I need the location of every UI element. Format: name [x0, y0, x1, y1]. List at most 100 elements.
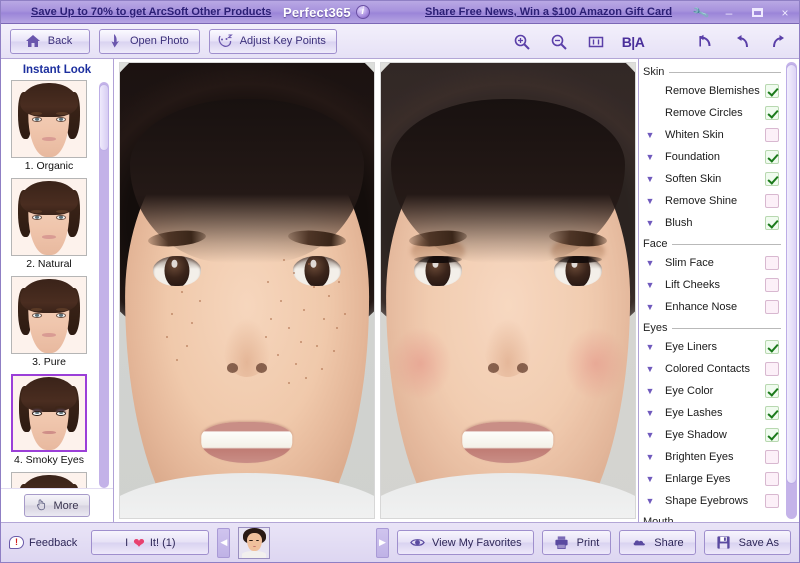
option-row[interactable]: ▼ Eye Color: [639, 380, 785, 402]
maximize-button[interactable]: [749, 8, 765, 17]
option-checkbox[interactable]: [765, 406, 779, 420]
expand-triangle-icon[interactable]: ▼: [643, 386, 657, 396]
look-thumbnail-1[interactable]: 1. Organic: [11, 80, 87, 173]
option-row[interactable]: ▼ Eye Lashes: [639, 402, 785, 424]
minimize-button[interactable]: –: [721, 7, 737, 19]
option-row[interactable]: ▼ Blush: [639, 212, 785, 234]
expand-triangle-icon[interactable]: ▼: [643, 408, 657, 418]
sidebar-scrollbar-track[interactable]: [99, 82, 109, 488]
share-button[interactable]: Share: [619, 530, 696, 555]
panel-scrollbar-track[interactable]: [786, 62, 797, 519]
option-row[interactable]: ▼Remove Circles: [639, 102, 785, 124]
option-checkbox[interactable]: [765, 450, 779, 464]
look-thumbnail-image[interactable]: [11, 276, 87, 354]
undo-icon[interactable]: [732, 32, 752, 52]
promo-link-left[interactable]: Save Up to 70% to get ArcSoft Other Prod…: [31, 6, 271, 18]
panel-scrollbar-thumb[interactable]: [786, 64, 797, 484]
option-checkbox[interactable]: [765, 256, 779, 270]
open-photo-button[interactable]: Open Photo: [99, 28, 200, 54]
view-favorites-button[interactable]: View My Favorites: [397, 530, 534, 555]
close-button[interactable]: ×: [777, 7, 793, 19]
expand-triangle-icon[interactable]: ▼: [643, 364, 657, 374]
option-checkbox[interactable]: [765, 472, 779, 486]
expand-triangle-icon[interactable]: ▼: [643, 474, 657, 484]
group-header-face: Face: [639, 236, 785, 252]
option-row[interactable]: ▼ Whiten Skin: [639, 124, 785, 146]
back-button[interactable]: Back: [10, 28, 90, 54]
filmstrip-prev-button[interactable]: ◀: [217, 527, 231, 558]
look-thumbnail-5[interactable]: [11, 472, 87, 488]
option-checkbox[interactable]: [765, 150, 779, 164]
option-row[interactable]: ▼ Enhance Nose: [639, 296, 785, 318]
option-checkbox[interactable]: [765, 494, 779, 508]
option-row[interactable]: ▼ Lift Cheeks: [639, 274, 785, 296]
zoom-out-icon[interactable]: [549, 32, 569, 52]
before-after-toggle[interactable]: B|A: [622, 32, 645, 52]
look-thumbnail-4[interactable]: 4. Smoky Eyes: [11, 374, 87, 467]
expand-triangle-icon[interactable]: ▼: [643, 430, 657, 440]
expand-triangle-icon[interactable]: ▼: [643, 452, 657, 462]
info-icon[interactable]: i: [355, 5, 370, 19]
before-photo[interactable]: [119, 62, 375, 519]
filmstrip-thumbnail[interactable]: [238, 526, 271, 559]
option-row[interactable]: ▼Remove Blemishes: [639, 80, 785, 102]
feedback-button[interactable]: ! Feedback: [9, 536, 77, 549]
expand-triangle-icon[interactable]: ▼: [643, 342, 657, 352]
option-checkbox[interactable]: [765, 300, 779, 314]
option-checkbox[interactable]: [765, 384, 779, 398]
option-checkbox[interactable]: [765, 84, 779, 98]
adjust-key-points-button[interactable]: Adjust Key Points: [208, 28, 337, 54]
zoom-in-icon[interactable]: [512, 32, 532, 52]
look-thumbnail-3[interactable]: 3. Pure: [11, 276, 87, 369]
expand-triangle-icon[interactable]: ▼: [643, 196, 657, 206]
option-row[interactable]: ▼ Foundation: [639, 146, 785, 168]
sidebar-footer: More: [1, 488, 113, 522]
option-checkbox[interactable]: [765, 362, 779, 376]
expand-triangle-icon[interactable]: ▼: [643, 218, 657, 228]
option-row[interactable]: ▼ Slim Face: [639, 252, 785, 274]
option-checkbox[interactable]: [765, 194, 779, 208]
option-checkbox[interactable]: [765, 340, 779, 354]
after-photo[interactable]: [380, 62, 636, 519]
look-thumbnail-list: 1. Organic 2. Natural 3. Pure 4. Smoky Eyes: [1, 80, 113, 488]
look-thumbnail-2[interactable]: 2. Natural: [11, 178, 87, 271]
redo-icon[interactable]: [769, 32, 789, 52]
wrench-icon[interactable]: 🔧: [691, 3, 711, 21]
option-checkbox[interactable]: [765, 128, 779, 142]
app-title: Perfect365: [283, 4, 351, 20]
option-row[interactable]: ▼ Soften Skin: [639, 168, 785, 190]
option-checkbox[interactable]: [765, 428, 779, 442]
expand-triangle-icon[interactable]: ▼: [643, 280, 657, 290]
love-it-button[interactable]: I ❤ It! (1): [91, 530, 210, 555]
option-checkbox[interactable]: [765, 172, 779, 186]
fit-to-window-icon[interactable]: [586, 32, 606, 52]
option-checkbox[interactable]: [765, 106, 779, 120]
look-thumbnail-image[interactable]: [11, 178, 87, 256]
print-button[interactable]: Print: [541, 530, 612, 555]
filmstrip-next-button[interactable]: ▶: [376, 527, 389, 558]
expand-triangle-icon[interactable]: ▼: [643, 174, 657, 184]
more-looks-button[interactable]: More: [24, 494, 90, 517]
expand-triangle-icon[interactable]: ▼: [643, 152, 657, 162]
look-thumbnail-image[interactable]: [11, 80, 87, 158]
option-checkbox[interactable]: [765, 216, 779, 230]
option-row[interactable]: ▼ Enlarge Eyes: [639, 468, 785, 490]
option-row[interactable]: ▼ Remove Shine: [639, 190, 785, 212]
look-thumbnail-image[interactable]: [11, 472, 87, 488]
option-row[interactable]: ▼ Colored Contacts: [639, 358, 785, 380]
option-row[interactable]: ▼ Eye Shadow: [639, 424, 785, 446]
option-row[interactable]: ▼ Eye Liners: [639, 336, 785, 358]
sidebar-scrollbar-thumb[interactable]: [99, 84, 109, 151]
expand-triangle-icon[interactable]: ▼: [643, 130, 657, 140]
expand-triangle-icon[interactable]: ▼: [643, 302, 657, 312]
option-label: Eye Shadow: [665, 429, 727, 441]
expand-triangle-icon[interactable]: ▼: [643, 258, 657, 268]
look-thumbnail-image[interactable]: [11, 374, 87, 452]
option-checkbox[interactable]: [765, 278, 779, 292]
expand-triangle-icon[interactable]: ▼: [643, 496, 657, 506]
option-row[interactable]: ▼ Shape Eyebrows: [639, 490, 785, 512]
option-row[interactable]: ▼ Brighten Eyes: [639, 446, 785, 468]
reset-icon[interactable]: [695, 32, 715, 52]
promo-link-right[interactable]: Share Free News, Win a $100 Amazon Gift …: [425, 6, 672, 18]
save-as-button[interactable]: Save As: [703, 530, 791, 555]
